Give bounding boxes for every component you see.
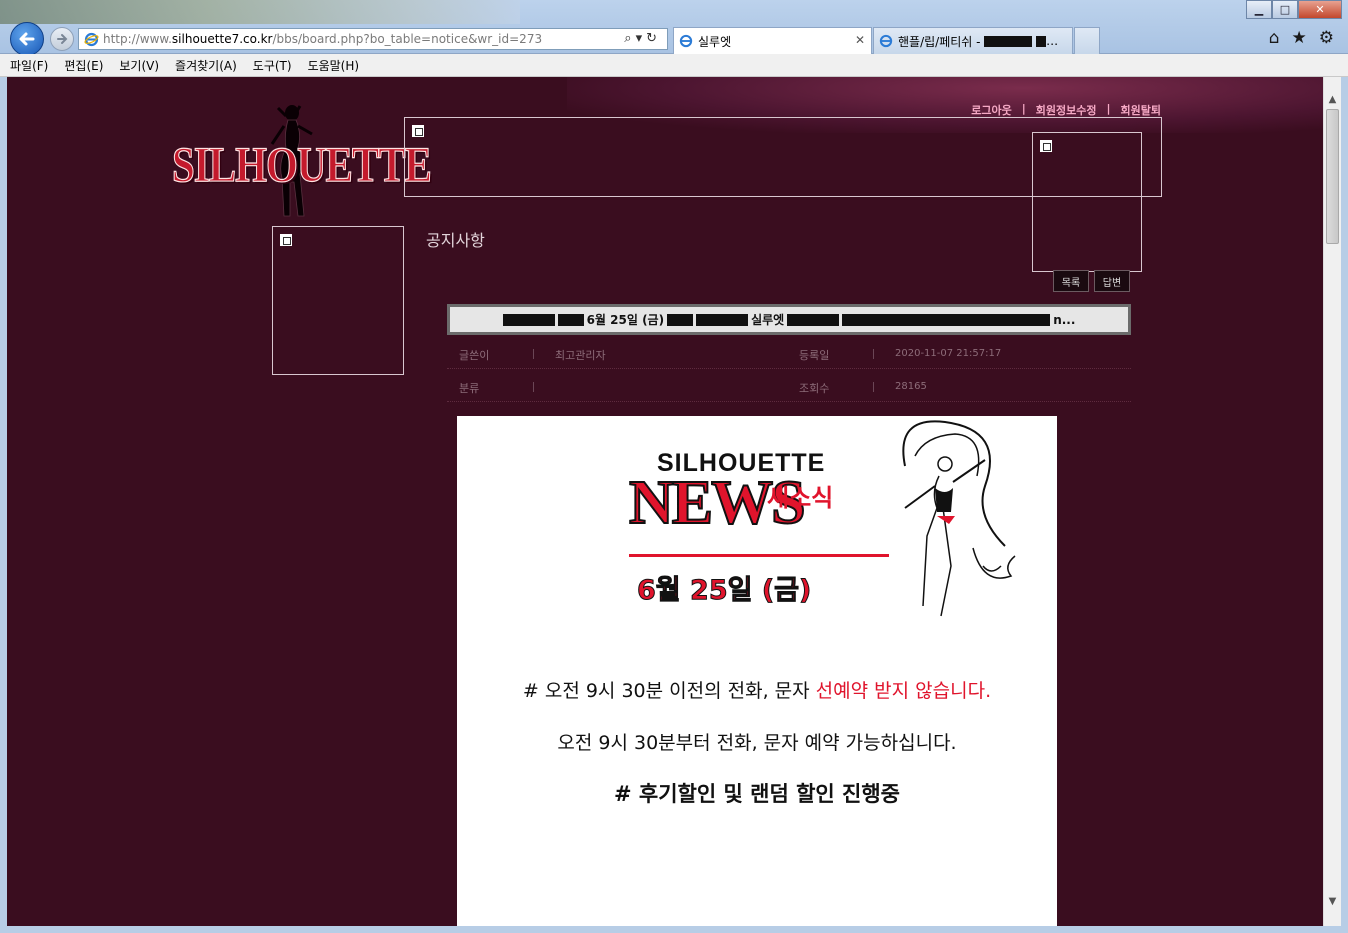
top-links: 로그아웃 | 회원정보수정 | 회원탈퇴 <box>971 102 1161 118</box>
scroll-thumb[interactable] <box>1326 109 1339 244</box>
scroll-down-icon[interactable]: ▼ <box>1324 893 1341 910</box>
back-button[interactable] <box>10 22 44 56</box>
category-label: 분류 <box>459 382 480 395</box>
tab-other[interactable]: 핸플/립/페티쉬 - … <box>873 27 1073 54</box>
site-logo[interactable]: SILHOUETTE <box>172 104 432 222</box>
notice-line-1: # 오전 9시 30분 이전의 전화, 문자 선예약 받지 않습니다. <box>457 676 1057 703</box>
menu-bar: 파일(F) 편집(E) 보기(V) 즐겨찾기(A) 도구(T) 도움말(H) <box>0 54 1348 77</box>
dancer-illustration-icon <box>902 420 1016 617</box>
redacted-block <box>842 313 1051 326</box>
redacted-block <box>667 313 694 326</box>
search-icon[interactable]: ⌕ <box>624 31 635 46</box>
right-banner-placeholder <box>1032 132 1142 272</box>
minimize-button[interactable]: ▁ <box>1246 0 1272 19</box>
new-tab-button[interactable] <box>1074 27 1100 54</box>
redacted-block <box>557 313 584 326</box>
post-content-image: SILHOUETTE NEWS 새소식 6월 25일 (금) # 오전 9시 3… <box>457 416 1057 926</box>
board-title: 공지사항 <box>426 231 485 250</box>
ie-logo-icon <box>84 32 99 47</box>
date-label: 등록일 <box>799 349 830 362</box>
tab-silhouette[interactable]: 실루엣 ✕ <box>673 27 872 54</box>
notice-line-3: # 후기할인 및 랜덤 할인 진행중 <box>614 782 900 806</box>
post-meta-row: 분류 조회수 28165 <box>447 369 1131 402</box>
page-viewport: 로그아웃 | 회원정보수정 | 회원탈퇴 SILHOUETTE 공지사항 목록 … <box>7 77 1323 926</box>
divider <box>533 382 534 392</box>
divider <box>533 349 534 359</box>
menu-file[interactable]: 파일(F) <box>10 57 48 74</box>
tab-label: 핸플/립/페티쉬 - <box>898 34 981 49</box>
left-banner-placeholder <box>272 226 404 375</box>
close-tab-icon[interactable]: ✕ <box>855 33 865 47</box>
ie-logo-icon <box>879 34 893 48</box>
withdraw-link[interactable]: 회원탈퇴 <box>1121 102 1161 118</box>
post-subject: 6월 25일 (금) 실루엣 n... <box>447 304 1131 335</box>
divider <box>873 349 874 359</box>
redacted-block <box>787 313 840 326</box>
logout-link[interactable]: 로그아웃 <box>971 102 1011 118</box>
notice-line-2: 오전 9시 30분부터 전화, 문자 예약 가능하십니다. <box>557 732 957 754</box>
forward-arrow-icon <box>57 34 68 44</box>
window-frame <box>0 77 7 933</box>
url-prefix: http://www. <box>103 32 172 46</box>
views-label: 조회수 <box>799 382 830 395</box>
subject-tail: n... <box>1053 312 1076 327</box>
refresh-icon[interactable]: ↻ <box>646 31 661 46</box>
gear-icon[interactable]: ⚙ <box>1319 28 1334 48</box>
redacted-block <box>502 313 555 326</box>
subject-site: 실루엣 <box>751 313 785 327</box>
menu-view[interactable]: 보기(V) <box>119 57 159 74</box>
separator: | <box>1021 102 1026 115</box>
notice-line-1-highlight: 선예약 받지 않습니다. <box>815 680 992 702</box>
toolbar-right: ⌂ ★ ⚙ <box>1269 28 1334 48</box>
browser-titlebar: http://www. silhouette7.co.kr/bbs/board.p… <box>0 0 1348 56</box>
news-banner-date: 6월 25일 (금) <box>636 575 812 607</box>
divider <box>873 382 874 392</box>
redacted-block <box>984 35 1033 47</box>
vertical-scrollbar[interactable]: ▲ ▼ <box>1323 77 1341 926</box>
edit-profile-link[interactable]: 회원정보수정 <box>1036 102 1097 118</box>
menu-help[interactable]: 도움말(H) <box>308 57 360 74</box>
window-frame <box>1341 77 1348 933</box>
broken-image-icon <box>1040 140 1052 152</box>
home-icon[interactable]: ⌂ <box>1269 28 1280 48</box>
address-bar[interactable]: http://www. silhouette7.co.kr/bbs/board.p… <box>78 28 668 50</box>
notice-line-1-text: # 오전 9시 30분 이전의 전화, 문자 <box>522 680 816 702</box>
window-controls: ▁ □ ✕ <box>1246 0 1342 19</box>
news-banner-underline <box>629 554 889 557</box>
news-banner-korean: 새소식 <box>767 484 834 512</box>
close-window-button[interactable]: ✕ <box>1298 0 1342 19</box>
redacted-block <box>1036 35 1047 47</box>
star-icon[interactable]: ★ <box>1292 28 1307 48</box>
logo-text: SILHOUETTE <box>172 136 433 192</box>
forward-button[interactable] <box>50 27 74 51</box>
url-path: /bbs/board.php?bo_table=notice&wr_id=273 <box>272 32 543 46</box>
ie-logo-icon <box>679 34 693 48</box>
date-value: 2020-11-07 21:57:17 <box>895 348 1002 359</box>
dropdown-icon[interactable]: ▾ <box>636 31 647 46</box>
broken-image-icon <box>280 234 292 246</box>
author-label: 글쓴이 <box>459 349 490 362</box>
scroll-up-icon[interactable]: ▲ <box>1324 91 1341 108</box>
redacted-block <box>696 313 749 326</box>
url-host: silhouette7.co.kr <box>171 32 273 46</box>
back-arrow-icon <box>19 32 35 46</box>
post-meta-row: 글쓴이 최고관리자 등록일 2020-11-07 21:57:17 <box>447 336 1131 369</box>
menu-edit[interactable]: 편집(E) <box>64 57 103 74</box>
menu-favorites[interactable]: 즐겨찾기(A) <box>175 57 237 74</box>
maximize-button[interactable]: □ <box>1272 0 1298 19</box>
reply-button[interactable]: 답변 <box>1094 270 1130 292</box>
separator: | <box>1106 102 1111 115</box>
broken-image-icon <box>412 125 424 137</box>
tab-label: 실루엣 <box>698 34 732 49</box>
window-frame <box>0 926 1348 933</box>
list-button[interactable]: 목록 <box>1053 270 1089 292</box>
titlebar-background <box>0 0 520 24</box>
subject-date: 6월 25일 (금) <box>586 313 665 327</box>
menu-tools[interactable]: 도구(T) <box>253 57 292 74</box>
views-value: 28165 <box>895 381 927 392</box>
author-value: 최고관리자 <box>555 349 606 362</box>
